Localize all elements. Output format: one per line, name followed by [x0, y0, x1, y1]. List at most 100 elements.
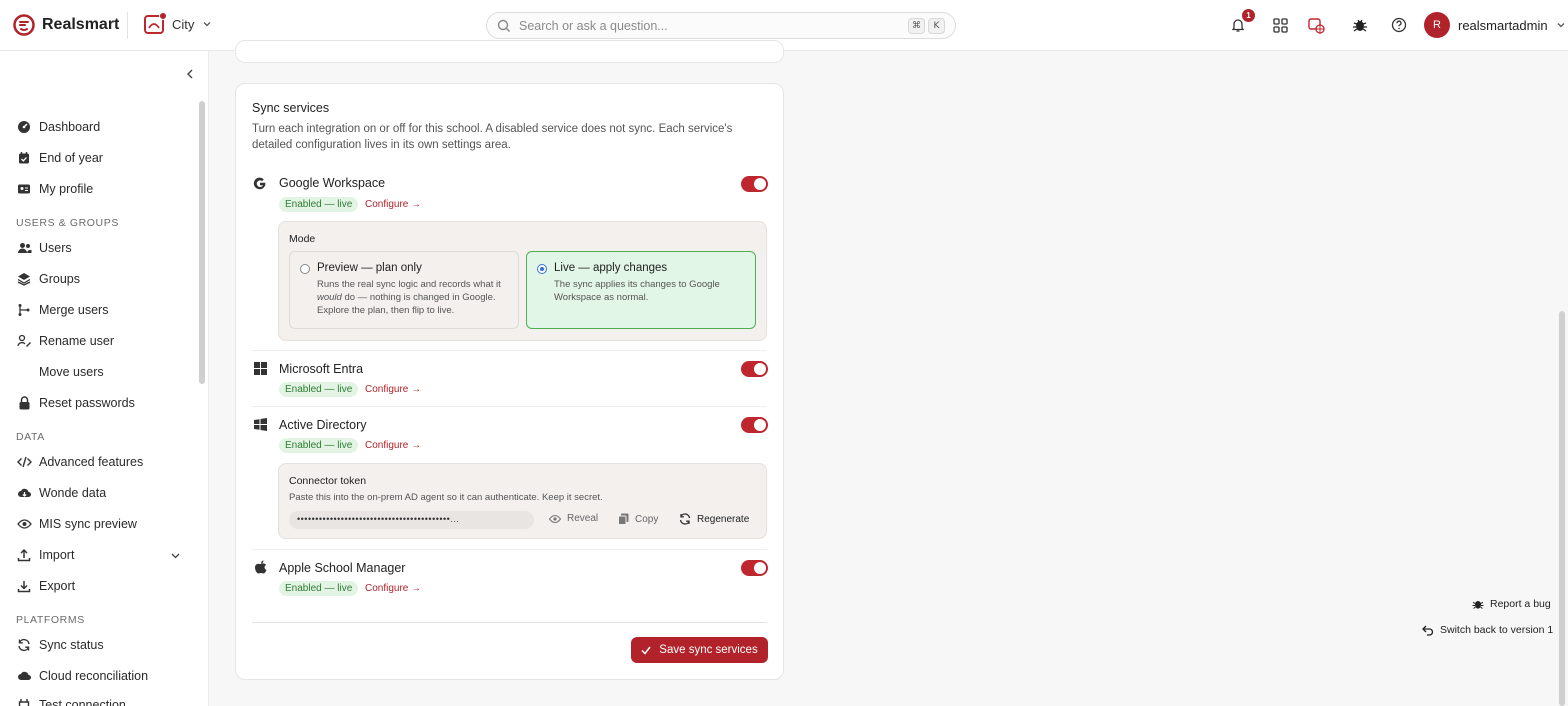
school-logo-icon — [144, 12, 167, 35]
report-bug-link[interactable]: Report a bug — [1472, 598, 1551, 610]
sidebar-item-advanced-features[interactable]: Advanced features — [16, 454, 143, 470]
sidebar-item-cloud-reconciliation[interactable]: Cloud reconciliation — [16, 668, 148, 684]
sidebar-item-label: Merge users — [39, 303, 109, 317]
card-description: Turn each integration on or off for this… — [252, 123, 733, 151]
merge-icon — [16, 302, 32, 318]
toggle-active-directory[interactable] — [741, 417, 768, 433]
sidebar-item-label: Import — [39, 548, 75, 562]
school-network-icon[interactable] — [1306, 15, 1326, 35]
sidebar-scrollbar[interactable] — [199, 101, 205, 384]
card-title: Sync services — [252, 101, 330, 115]
sync-services-card: Sync services Turn each integration on o… — [235, 83, 784, 680]
shortcut-key-k: K — [928, 17, 945, 34]
sidebar-item-label: Advanced features — [39, 455, 144, 469]
sidebar-item-rename-user[interactable]: Rename user — [16, 333, 114, 349]
mode-option-live[interactable]: Live — apply changes The sync applies it… — [526, 251, 756, 329]
sidebar-item-my-profile[interactable]: My profile — [16, 181, 93, 197]
token-field[interactable]: ••••••••••••••••••••••••••••••••••••••••… — [289, 511, 534, 529]
mode-option-preview[interactable]: Preview — plan only Runs the real sync l… — [289, 251, 519, 329]
sidebar-item-groups[interactable]: Groups — [16, 271, 80, 287]
sidebar-item-end-of-year[interactable]: End of year — [16, 150, 103, 166]
school-name: City — [172, 16, 195, 32]
apple-icon — [255, 560, 267, 574]
sidebar-item-label: My profile — [39, 182, 94, 196]
sidebar-item-label: MIS sync preview — [39, 517, 137, 531]
service-name-google-workspace: Google Workspace — [279, 176, 386, 190]
apps-grid-icon[interactable] — [1270, 15, 1290, 35]
brand[interactable]: Realsmart — [13, 14, 119, 36]
sidebar-item-test-connection[interactable]: Test connection — [16, 697, 126, 706]
configure-link-google[interactable]: Configure → — [365, 199, 421, 210]
toggle-apple-school-manager[interactable] — [741, 560, 768, 576]
search-icon — [497, 19, 511, 33]
sidebar-item-label: Users — [39, 241, 72, 255]
undo-icon — [1422, 624, 1434, 636]
preview-description: Runs the real sync logic and records wha… — [317, 279, 501, 316]
chevron-down-icon — [1556, 20, 1566, 30]
divider — [252, 622, 767, 623]
page-scrollbar[interactable] — [1559, 311, 1565, 706]
google-icon — [253, 177, 267, 191]
cloud-download-icon — [16, 485, 32, 501]
configure-link-active-directory[interactable]: Configure → — [365, 440, 421, 451]
live-title: Live — apply changes — [554, 262, 668, 274]
user-name: realsmartadmin — [1458, 17, 1548, 33]
id-card-icon — [16, 181, 32, 197]
radio-preview[interactable] — [300, 264, 310, 274]
mode-label: Mode — [289, 233, 316, 245]
bug-icon — [1472, 598, 1484, 610]
search-bar[interactable]: Search or ask a question... ⌘ K — [486, 12, 956, 39]
sidebar-item-users[interactable]: Users — [16, 240, 72, 256]
toggle-google-workspace[interactable] — [741, 176, 768, 192]
user-menu[interactable]: R realsmartadmin — [1424, 12, 1566, 38]
live-description: The sync applies its changes to Google W… — [554, 279, 720, 303]
realsmart-logo-icon — [13, 14, 35, 36]
sidebar-item-label: Test connection — [39, 698, 126, 706]
code-icon — [16, 454, 32, 470]
configure-link-entra[interactable]: Configure → — [365, 384, 421, 395]
mode-panel: Mode Preview — plan only Runs the real s… — [278, 221, 767, 341]
save-sync-services-button[interactable]: Save sync services — [631, 637, 768, 663]
connector-token-panel: Connector token Paste this into the on-p… — [278, 463, 767, 539]
sidebar-item-import[interactable]: Import — [16, 547, 181, 563]
sidebar-item-reset-passwords[interactable]: Reset passwords — [16, 395, 135, 411]
eye-icon — [549, 514, 561, 524]
switch-version-link[interactable]: Switch back to version 1 — [1422, 624, 1553, 636]
layers-icon — [16, 271, 32, 287]
plug-icon — [16, 697, 32, 706]
school-switcher[interactable]: City — [144, 12, 212, 35]
school-status-dot — [159, 12, 167, 20]
help-icon[interactable] — [1389, 15, 1409, 35]
download-icon — [16, 578, 32, 594]
regenerate-button[interactable]: Regenerate — [679, 513, 749, 525]
sidebar-item-dashboard[interactable]: Dashboard — [16, 119, 100, 135]
sync-icon — [16, 637, 32, 653]
sidebar-item-export[interactable]: Export — [16, 578, 75, 594]
status-badge: Enabled — live — [279, 382, 359, 397]
top-bar: Realsmart City Search or ask a question.… — [0, 0, 1568, 51]
bug-icon[interactable] — [1350, 15, 1370, 35]
configure-link-apple[interactable]: Configure → — [365, 583, 421, 594]
divider — [252, 549, 767, 550]
sidebar-item-label: Move users — [39, 365, 104, 379]
sidebar-item-move-users[interactable]: Move users — [16, 364, 104, 380]
reveal-button[interactable]: Reveal — [549, 513, 598, 524]
radio-live[interactable] — [537, 264, 547, 274]
upload-icon — [16, 547, 32, 563]
sidebar-item-sync-status[interactable]: Sync status — [16, 637, 104, 653]
sidebar-item-wonde-data[interactable]: Wonde data — [16, 485, 106, 501]
status-badge: Enabled — live — [279, 581, 359, 596]
sidebar-item-label: Rename user — [39, 334, 115, 348]
toggle-microsoft-entra[interactable] — [741, 361, 768, 377]
calendar-check-icon — [16, 150, 32, 166]
sidebar-item-label: Groups — [39, 272, 80, 286]
user-pen-icon — [16, 333, 32, 349]
lock-icon — [16, 395, 32, 411]
copy-button[interactable]: Copy — [618, 513, 658, 525]
sidebar-item-merge-users[interactable]: Merge users — [16, 302, 108, 318]
divider — [252, 406, 767, 407]
service-name-microsoft-entra: Microsoft Entra — [279, 362, 364, 376]
collapse-sidebar-icon[interactable] — [184, 68, 196, 80]
sidebar-item-mis-sync-preview[interactable]: MIS sync preview — [16, 516, 137, 532]
sidebar-item-label: Cloud reconciliation — [39, 669, 149, 683]
